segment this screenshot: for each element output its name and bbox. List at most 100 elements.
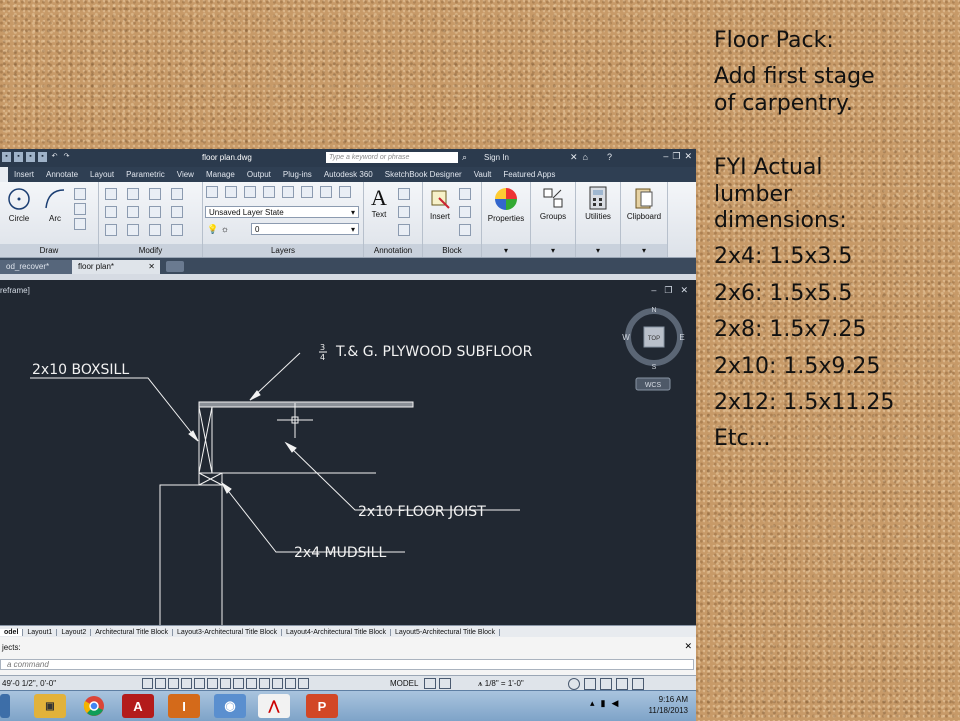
annotation-monitor-icon[interactable] (298, 678, 309, 689)
panel-block-label[interactable]: Block (423, 244, 481, 257)
fillet-icon[interactable] (149, 206, 161, 218)
search-input[interactable]: Type a keyword or phrase (326, 152, 458, 163)
explode-icon[interactable] (171, 206, 183, 218)
groups-tool[interactable]: Groups (533, 186, 573, 221)
array-icon[interactable] (149, 224, 161, 236)
panel-layers-label[interactable]: Layers (203, 244, 363, 257)
ribbon-tab-annotate[interactable]: Annotate (40, 170, 84, 179)
grid-icon[interactable] (155, 678, 166, 689)
layer-icon[interactable] (263, 186, 275, 198)
panel-properties-chevron[interactable]: ▾ (482, 244, 530, 257)
search-icon[interactable]: ⌕ (462, 152, 467, 163)
ducs-icon[interactable] (220, 678, 231, 689)
move-icon[interactable] (105, 188, 117, 200)
lock-icon[interactable] (584, 678, 596, 690)
hatch-icon[interactable] (74, 203, 86, 215)
viewcube[interactable]: TOP W E N S (622, 307, 684, 371)
save-as-icon[interactable]: ▪ (26, 152, 35, 162)
open-icon[interactable]: ▪ (2, 152, 11, 162)
print-icon[interactable]: ▪ (38, 152, 47, 162)
help-icon[interactable]: ? (607, 152, 612, 163)
layer-icon[interactable] (301, 186, 313, 198)
layer-icon[interactable] (282, 186, 294, 198)
taskbar-eye-icon[interactable]: ◉ (214, 694, 246, 718)
wcs-button[interactable]: WCS (635, 377, 671, 391)
layout-tab-model[interactable]: odel (0, 628, 24, 636)
clipboard-tool[interactable]: Clipboard (622, 186, 666, 221)
gradient-icon[interactable] (74, 218, 86, 230)
redo-icon[interactable]: ↷ (62, 152, 71, 162)
ortho-icon[interactable] (168, 678, 179, 689)
undo-icon[interactable]: ↶ (50, 152, 59, 162)
network-icon[interactable]: ▮ (601, 698, 606, 709)
copy-icon[interactable] (105, 206, 117, 218)
ribbon-tab-featured-apps[interactable]: Featured Apps (497, 170, 561, 179)
polar-icon[interactable] (181, 678, 192, 689)
trim-icon[interactable] (149, 188, 161, 200)
layer-icon[interactable] (320, 186, 332, 198)
exchange-icon[interactable]: ✕ (570, 152, 578, 163)
taskbar-autocad-icon[interactable]: A (122, 694, 154, 718)
sign-in-link[interactable]: Sign In (484, 153, 509, 162)
text-tool[interactable]: A Text (366, 186, 392, 220)
lineweight-icon[interactable] (246, 678, 257, 689)
insert-tool[interactable]: Insert (425, 188, 455, 221)
current-layer-dropdown[interactable]: 0 ▾ (251, 223, 359, 235)
close-icon[interactable]: ✕ (684, 151, 692, 162)
command-input[interactable]: a command (0, 659, 694, 670)
close-icon[interactable]: ✕ (684, 641, 692, 652)
dyn-icon[interactable] (233, 678, 244, 689)
ribbon-tab-view[interactable]: View (171, 170, 200, 179)
hardware-accel-icon[interactable] (600, 678, 612, 690)
minimize-icon[interactable]: – (663, 151, 668, 162)
stretch-icon[interactable] (105, 224, 117, 236)
close-icon[interactable]: ✕ (148, 260, 155, 274)
osnap-icon[interactable] (194, 678, 205, 689)
quick-view-layouts-icon[interactable] (424, 678, 436, 689)
circle-tool[interactable]: Circle (4, 186, 34, 223)
layer-icon[interactable] (244, 186, 256, 198)
coordinates-readout[interactable]: 49'-0 1/2", 0'-0" (2, 679, 56, 688)
taskbar-explorer-icon[interactable]: ▣ (34, 694, 66, 718)
ribbon-tab-plugins[interactable]: Plug-ins (277, 170, 318, 179)
layout-tab[interactable]: Layout3-Architectural Title Block (173, 628, 282, 636)
ribbon-tab-output[interactable]: Output (241, 170, 277, 179)
ribbon-tab-home[interactable] (0, 167, 8, 182)
taskbar-chrome-icon[interactable] (78, 694, 110, 718)
ribbon-tab-sketchbook[interactable]: SketchBook Designer (379, 170, 468, 179)
leader-icon[interactable] (398, 206, 410, 218)
volume-icon[interactable]: ◀ (611, 698, 618, 709)
viewcube-top-label[interactable]: TOP (648, 336, 660, 342)
ribbon-tab-insert[interactable]: Insert (8, 170, 40, 179)
rotate-icon[interactable] (127, 188, 139, 200)
layout-tab[interactable]: Layout2 (57, 628, 92, 636)
edit-block-icon[interactable] (459, 206, 471, 218)
arc-tool[interactable]: Arc (40, 186, 70, 223)
new-tab-icon[interactable] (166, 261, 184, 272)
utilities-tool[interactable]: Utilities (578, 186, 618, 221)
layer-state-dropdown[interactable]: Unsaved Layer State ▾ (205, 206, 359, 218)
annotation-scale[interactable]: ⩚ 1/8" = 1'-0" (478, 679, 524, 689)
dimension-icon[interactable] (398, 188, 410, 200)
drawing-viewport[interactable]: reframe] – ❐ ✕ TOP W E N S WCS 3 4 T.& G… (0, 280, 696, 625)
mirror-icon[interactable] (127, 206, 139, 218)
table-icon[interactable] (398, 224, 410, 236)
apps-icon[interactable]: ⌂ (583, 152, 588, 163)
layout-tab[interactable]: Layout5-Architectural Title Block (391, 628, 500, 636)
workspace-icon[interactable] (568, 678, 580, 690)
panel-utilities-chevron[interactable]: ▾ (576, 244, 620, 257)
sun-icon[interactable]: ☼ (221, 224, 229, 234)
restore-icon[interactable]: ❐ (672, 151, 680, 162)
panel-annotation-label[interactable]: Annotation (364, 244, 422, 257)
properties-tool[interactable]: Properties (484, 186, 528, 223)
file-tab-floor-plan[interactable]: floor plan* ✕ (72, 260, 160, 274)
taskbar-powerpoint-icon[interactable]: P (306, 694, 338, 718)
ribbon-tab-vault[interactable]: Vault (468, 170, 498, 179)
ribbon-tab-parametric[interactable]: Parametric (120, 170, 171, 179)
layer-icon[interactable] (225, 186, 237, 198)
layout-tab[interactable]: Architectural Title Block (91, 628, 173, 636)
clean-screen-icon[interactable] (632, 678, 644, 690)
save-icon[interactable]: ▪ (14, 152, 23, 162)
layer-properties-icon[interactable] (206, 186, 218, 198)
taskbar-acrobat-icon[interactable]: ⋀ (258, 694, 290, 718)
